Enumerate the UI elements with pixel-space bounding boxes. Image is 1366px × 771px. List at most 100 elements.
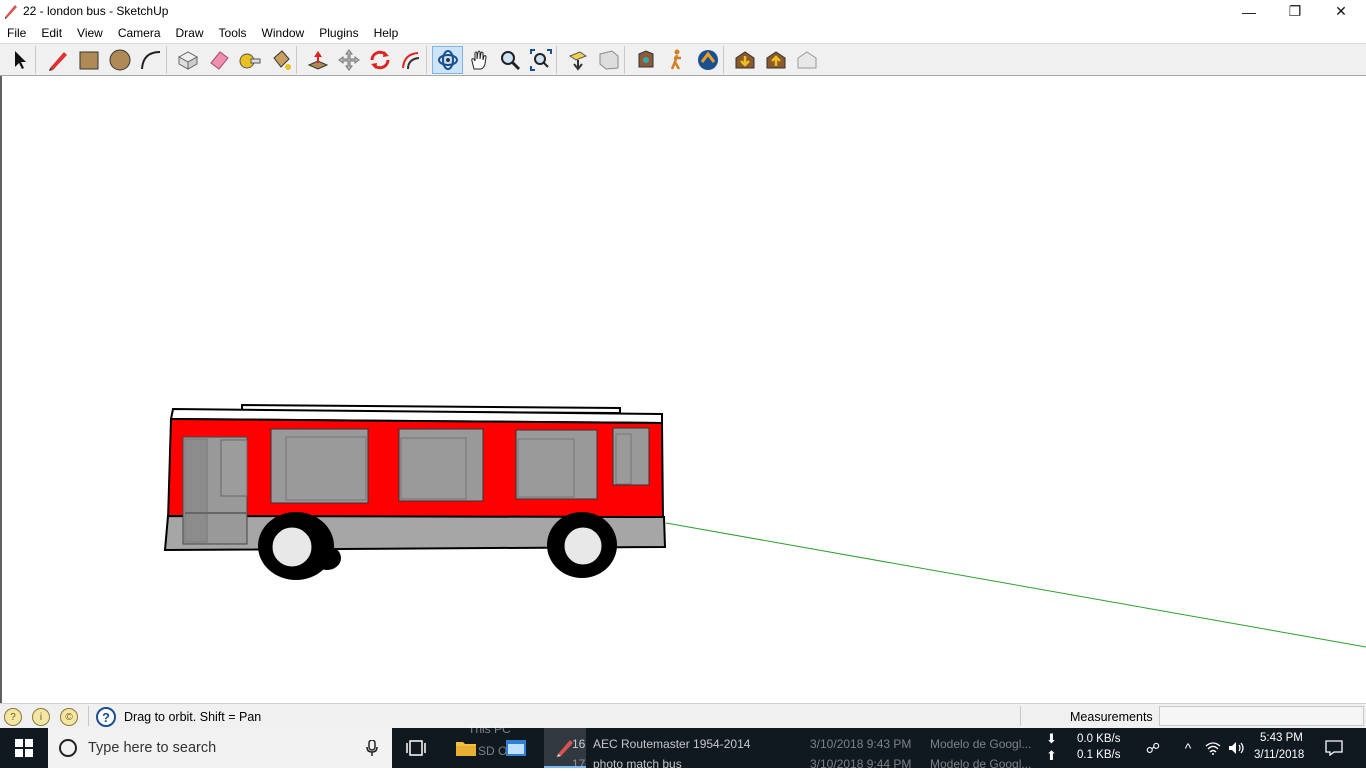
rotate-icon	[370, 50, 389, 70]
measurements-input[interactable]	[1159, 706, 1364, 726]
rotate-tool-button[interactable]	[364, 46, 395, 74]
zoom-tool-button[interactable]	[494, 46, 525, 74]
share-component-button[interactable]	[791, 46, 822, 74]
wifi-icon[interactable]	[1202, 728, 1224, 768]
action-center-button[interactable]	[1316, 728, 1352, 768]
close-icon: ✕	[1335, 3, 1347, 19]
paint-bucket-icon	[272, 50, 291, 70]
get-models-button[interactable]	[729, 46, 760, 74]
share-model-button[interactable]	[760, 46, 791, 74]
views-group	[562, 46, 625, 74]
paint-bucket-button[interactable]	[265, 46, 296, 74]
status-message: Drag to orbit. Shift = Pan	[124, 710, 262, 724]
measurements-label: Measurements	[1070, 710, 1153, 724]
make-component-button[interactable]	[172, 46, 203, 74]
share-model-icon	[766, 51, 785, 69]
get-models-icon	[735, 51, 754, 69]
search-placeholder: Type here to search	[88, 740, 217, 756]
move-icon	[337, 49, 360, 71]
volume-icon[interactable]	[1226, 728, 1248, 768]
task-view-button[interactable]	[398, 728, 434, 768]
status-separator	[1020, 706, 1021, 726]
menu-camera[interactable]: Camera	[111, 23, 169, 43]
zoom-extents-button[interactable]	[525, 46, 556, 74]
london-bus-model[interactable]	[163, 403, 667, 580]
select-group	[4, 46, 36, 74]
windows-taskbar: Type here to search This PC 16 AEC Route…	[0, 722, 1366, 771]
bus-rear-hubcap	[271, 526, 313, 568]
instructor-help-icon[interactable]: ?	[96, 707, 116, 727]
bus-window-3-inner	[517, 438, 575, 498]
next-view-button[interactable]	[593, 46, 624, 74]
main-toolbar	[0, 43, 1366, 76]
circle-tool-button[interactable]	[104, 46, 135, 74]
control-panel-taskbar-button[interactable]	[498, 728, 534, 768]
clock-time[interactable]: 5:43 PM	[1260, 732, 1303, 744]
menu-view[interactable]: View	[70, 23, 111, 43]
push-pull-button[interactable]	[302, 46, 333, 74]
restore-icon: ❐	[1288, 3, 1302, 19]
sketchup-taskbar-button[interactable]	[544, 728, 586, 768]
line-tool-button[interactable]	[42, 46, 73, 74]
menu-edit[interactable]: Edit	[34, 23, 70, 43]
select-icon	[14, 51, 26, 69]
clock-date[interactable]: 3/11/2018	[1254, 749, 1304, 761]
menu-window[interactable]: Window	[255, 23, 313, 43]
start-button[interactable]	[0, 728, 48, 768]
eraser-tool-button[interactable]	[203, 46, 234, 74]
draw-group	[42, 46, 167, 74]
walk-tool-button[interactable]	[661, 46, 692, 74]
move-tool-button[interactable]	[333, 46, 364, 74]
previous-view-button[interactable]	[562, 46, 593, 74]
tape-measure-button[interactable]	[234, 46, 265, 74]
select-tool-button[interactable]	[4, 46, 35, 74]
offset-tool-button[interactable]	[395, 46, 426, 74]
restore-button[interactable]: ❐	[1272, 0, 1318, 23]
geo-location-icon[interactable]: ?	[4, 708, 22, 726]
green-axis-line	[665, 522, 1366, 648]
menu-plugins[interactable]: Plugins	[312, 23, 366, 43]
window-app-icon	[506, 740, 526, 756]
rectangle-tool-button[interactable]	[73, 46, 104, 74]
speaker-icon	[1229, 742, 1244, 754]
user-account-icon[interactable]: ©	[60, 708, 78, 726]
orbit-tool-button[interactable]	[432, 46, 463, 74]
cortana-icon	[59, 739, 77, 757]
microphone-icon[interactable]	[366, 740, 378, 756]
bus-front-hubcap	[563, 526, 603, 566]
close-button[interactable]: ✕	[1318, 0, 1364, 23]
taskbar-search-box[interactable]: Type here to search	[48, 728, 392, 768]
credits-icon[interactable]: i	[32, 708, 50, 726]
menu-tools[interactable]: Tools	[212, 23, 255, 43]
pencil-line-icon	[48, 52, 67, 71]
modeling-viewport[interactable]	[0, 76, 1366, 703]
download-arrow-icon: ⬇	[1046, 731, 1057, 746]
minimize-button[interactable]: —	[1226, 0, 1272, 23]
windows-logo-icon	[15, 739, 33, 757]
menu-draw[interactable]: Draw	[169, 23, 212, 43]
menu-file[interactable]: File	[0, 23, 34, 43]
pan-tool-button[interactable]	[463, 46, 494, 74]
eraser-icon	[209, 51, 229, 70]
show-hidden-icons-chevron-icon[interactable]: ^	[1176, 728, 1200, 768]
folder-icon	[456, 742, 476, 756]
next-view-icon	[599, 50, 618, 70]
bus-window-2-inner	[400, 437, 467, 500]
scene-canvas[interactable]	[2, 76, 1366, 703]
people-icon[interactable]: ☍	[1140, 728, 1166, 768]
net-down-speed: 0.0 KB/s	[1077, 733, 1121, 745]
arc-tool-button[interactable]	[135, 46, 166, 74]
bus-door-panel	[184, 438, 208, 543]
menu-help[interactable]: Help	[367, 23, 407, 43]
look-around-icon	[697, 50, 718, 70]
look-around-button[interactable]	[692, 46, 723, 74]
warehouse-group	[729, 46, 822, 74]
tape-measure-icon	[239, 53, 260, 69]
share-component-icon	[797, 51, 816, 69]
offset-icon	[401, 52, 419, 70]
ghost-row-type: Modelo de Googl...	[930, 757, 1032, 771]
position-camera-button[interactable]	[630, 46, 661, 74]
rectangle-icon	[79, 51, 98, 70]
orbit-icon	[437, 50, 458, 70]
file-explorer-taskbar-button[interactable]	[448, 728, 484, 768]
